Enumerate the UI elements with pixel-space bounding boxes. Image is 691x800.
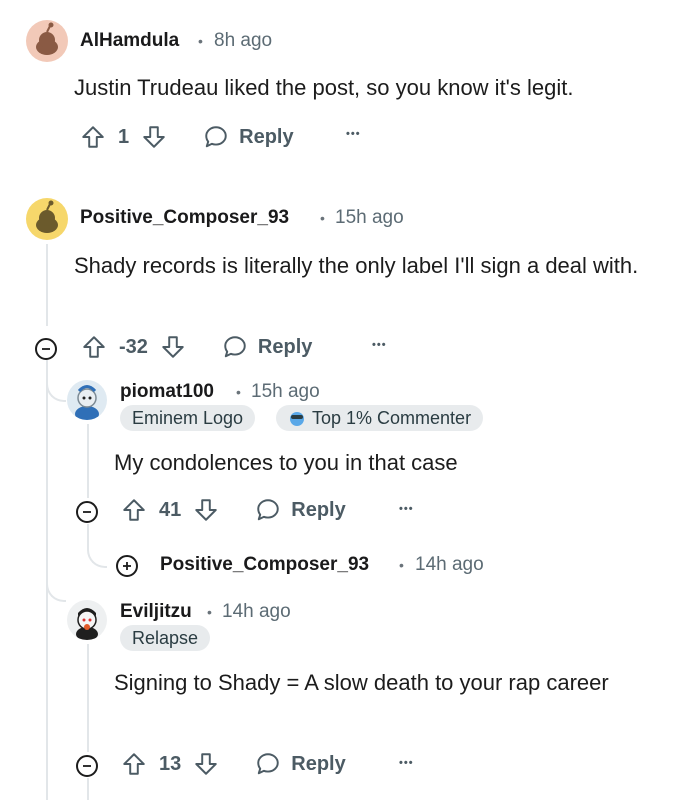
vote-score: 41	[159, 498, 182, 521]
collapse-button[interactable]	[76, 755, 98, 777]
comment-actions: 41 Reply	[121, 497, 346, 523]
upvote-icon[interactable]	[80, 124, 106, 150]
comment-timestamp[interactable]: 15h ago	[251, 381, 320, 403]
thread-connector	[46, 560, 66, 602]
comment-bubble-icon	[257, 499, 279, 521]
comment-author[interactable]: Positive_Composer_93	[160, 554, 369, 576]
thread-line[interactable]	[87, 644, 89, 752]
collapse-button[interactable]	[35, 338, 57, 360]
comment-actions: -32 Reply	[81, 334, 312, 360]
upvote-icon[interactable]	[121, 497, 147, 523]
reply-button[interactable]: Reply	[222, 334, 312, 360]
comment-timestamp[interactable]: 8h ago	[214, 30, 272, 52]
separator: •	[320, 210, 325, 226]
comment-bubble-icon	[205, 126, 227, 148]
more-options-button[interactable]: •••	[399, 757, 414, 769]
downvote-icon[interactable]	[193, 497, 219, 523]
separator: •	[198, 33, 203, 49]
user-flair: Top 1% Commenter	[276, 405, 484, 431]
reply-button[interactable]: Reply	[203, 124, 294, 150]
sunglasses-emoji-icon	[288, 409, 306, 427]
user-flair: Relapse	[120, 625, 211, 651]
more-options-button[interactable]: •••	[399, 503, 414, 515]
snoo-avatar-icon	[36, 22, 58, 55]
expand-button[interactable]	[116, 555, 138, 577]
vote-score: -32	[119, 335, 148, 358]
user-flair: Eminem Logo	[120, 405, 256, 431]
comment-timestamp[interactable]: 14h ago	[415, 554, 484, 576]
avatar[interactable]	[67, 380, 107, 420]
flair-text: Relapse	[132, 627, 199, 648]
comment-author[interactable]: Eviljitzu	[120, 601, 192, 623]
comment-body: Signing to Shady = A slow death to your …	[114, 670, 609, 695]
comment-timestamp[interactable]: 15h ago	[335, 207, 404, 229]
comment-bubble-icon	[224, 336, 246, 358]
vote-score: 13	[159, 752, 182, 775]
comment-author[interactable]: Positive_Composer_93	[80, 207, 289, 229]
comment-actions: 13 Reply	[121, 751, 346, 777]
comment-actions: 1 Reply	[80, 124, 294, 150]
separator: •	[207, 604, 212, 620]
more-options-button[interactable]: •••	[372, 339, 387, 351]
comment-timestamp[interactable]: 14h ago	[222, 601, 291, 623]
thread-connector	[46, 360, 66, 402]
comment-body: Justin Trudeau liked the post, so you kn…	[74, 75, 574, 100]
comment-body: Shady records is literally the only labe…	[74, 253, 639, 278]
avatar[interactable]	[67, 600, 107, 640]
vote-score: 1	[118, 125, 130, 148]
reply-button[interactable]: Reply	[255, 751, 346, 777]
avatar[interactable]	[26, 198, 68, 240]
flair-text: Eminem Logo	[132, 407, 244, 428]
upvote-icon[interactable]	[121, 751, 147, 777]
thread-line[interactable]	[87, 778, 89, 800]
reply-label: Reply	[291, 752, 346, 775]
flair-text: Top 1% Commenter	[312, 407, 472, 428]
reply-label: Reply	[291, 498, 346, 521]
snoo-avatar-icon	[76, 608, 98, 640]
comment-author[interactable]: AlHamdula	[80, 30, 179, 52]
downvote-icon[interactable]	[160, 334, 186, 360]
reply-label: Reply	[257, 335, 313, 358]
separator: •	[236, 384, 241, 400]
more-options-button[interactable]: •••	[346, 128, 361, 140]
separator: •	[399, 557, 404, 573]
snoo-avatar-icon	[75, 385, 99, 420]
thread-line[interactable]	[87, 424, 89, 498]
snoo-avatar-icon	[36, 200, 58, 233]
avatar[interactable]	[26, 20, 68, 62]
comment-body: My condolences to you in that case	[114, 450, 458, 475]
upvote-icon[interactable]	[81, 334, 107, 360]
collapse-button[interactable]	[76, 501, 98, 523]
comment-author[interactable]: piomat100	[120, 381, 214, 403]
reply-label: Reply	[239, 125, 294, 148]
comment-bubble-icon	[257, 753, 279, 775]
reply-button[interactable]: Reply	[255, 497, 346, 523]
thread-connector	[87, 524, 107, 568]
downvote-icon[interactable]	[193, 751, 219, 777]
downvote-icon[interactable]	[141, 124, 167, 150]
thread-line[interactable]	[46, 244, 48, 326]
